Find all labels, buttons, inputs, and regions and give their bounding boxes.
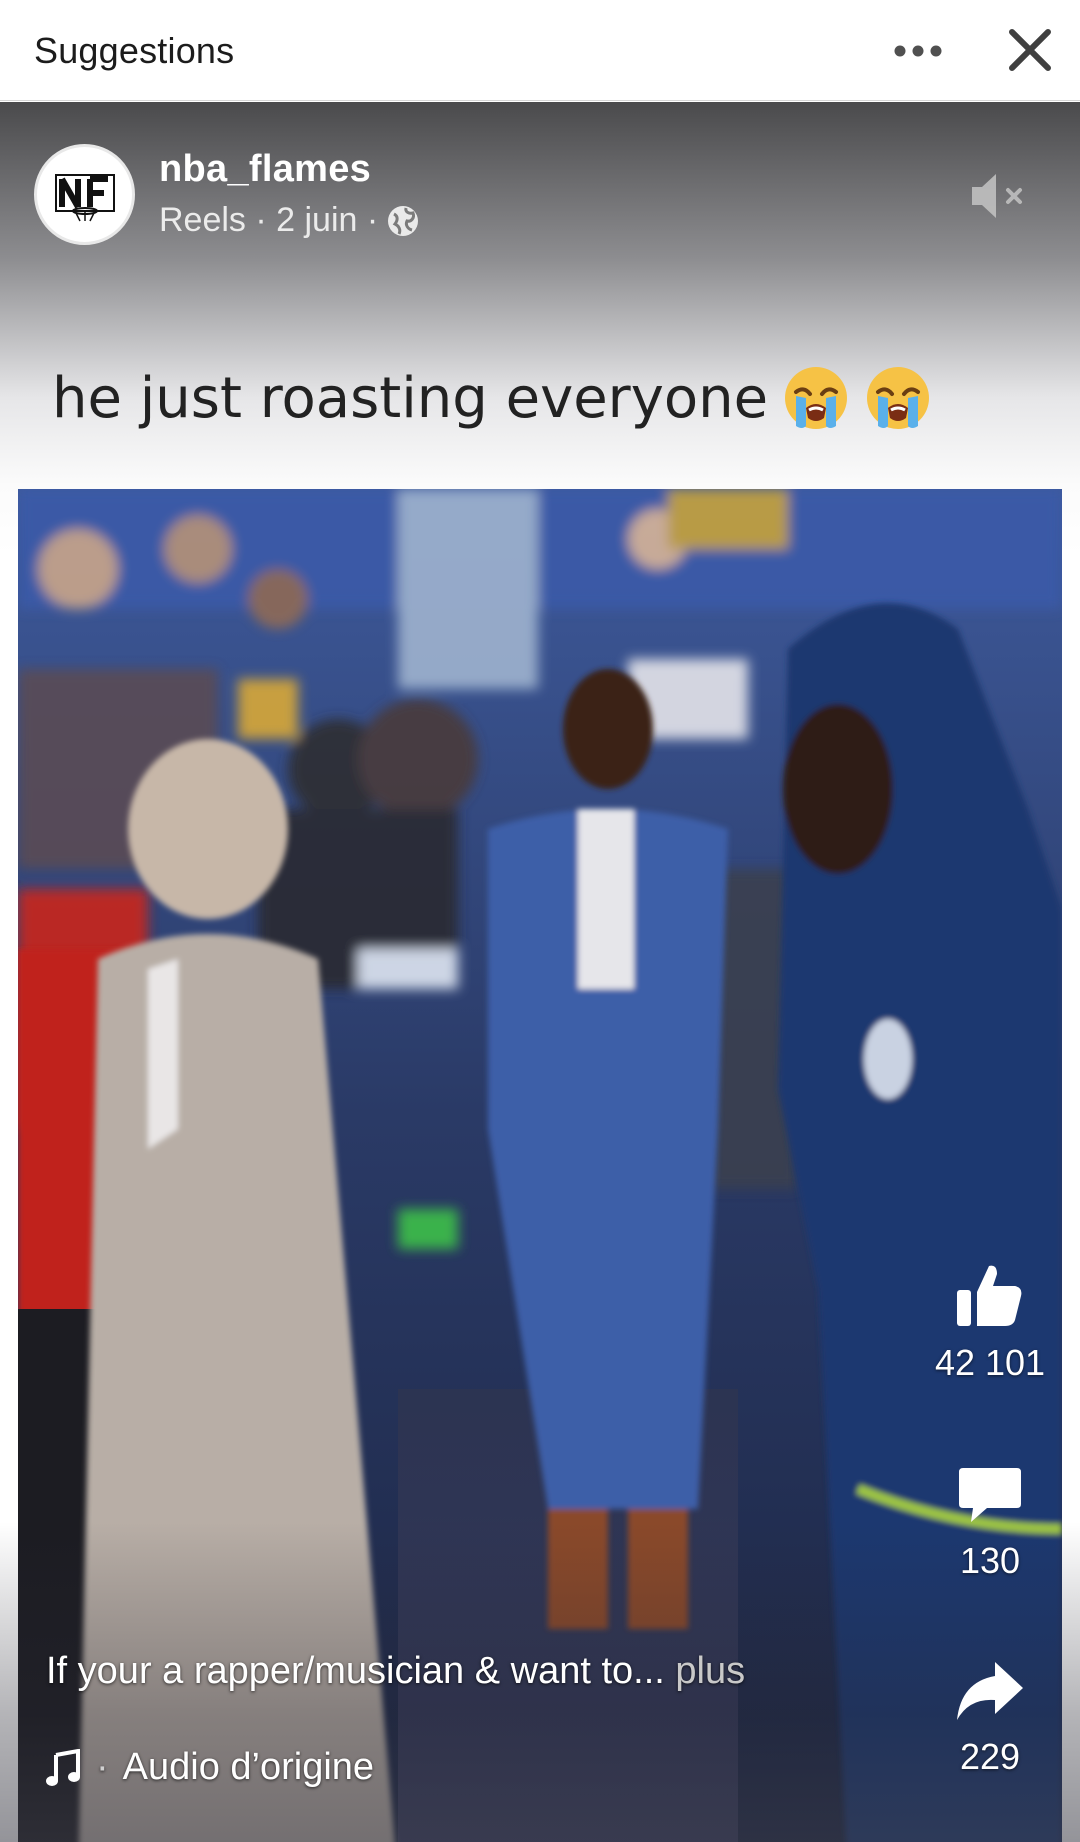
page-title: Suggestions [34, 30, 235, 71]
nba-flames-logo [40, 150, 129, 238]
overlay-caption: he just roasting everyone [52, 364, 932, 432]
comment-count: 130 [959, 1540, 1021, 1581]
more-horizontal-icon [894, 45, 942, 57]
thumbs-up-icon [957, 1265, 1022, 1326]
audio-link[interactable]: · Audio d’origine [46, 1746, 374, 1789]
music-note-icon [46, 1748, 80, 1786]
post-caption[interactable]: If your a rapper/musician & want to... p… [46, 1650, 745, 1693]
video-player[interactable] [18, 489, 1062, 1842]
like-count: 42 101 [934, 1342, 1046, 1383]
comment-button[interactable]: 130 [920, 1464, 1060, 1582]
video-frame [18, 489, 1062, 1842]
post-author: nba_flames Reels · 2 juin · [34, 143, 420, 245]
loudly-crying-face-icon [867, 367, 930, 429]
share-count: 229 [959, 1736, 1021, 1777]
like-button[interactable]: 42 101 [920, 1262, 1060, 1384]
more-options-button[interactable] [885, 26, 951, 76]
loudly-crying-face-icon [785, 367, 848, 429]
top-bar: Suggestions [0, 0, 1080, 101]
comment-icon [959, 1468, 1021, 1522]
avatar[interactable] [34, 143, 135, 245]
close-icon [1009, 29, 1051, 71]
see-more-link[interactable]: plus [675, 1650, 745, 1692]
post-caption-text: If your a rapper/musician & want to... [46, 1650, 665, 1692]
speaker-muted-icon [972, 174, 1022, 218]
mute-toggle-button[interactable] [966, 164, 1030, 228]
close-button[interactable] [1000, 20, 1060, 80]
audio-separator: · [96, 1746, 109, 1788]
post-meta: Reels · 2 juin · [159, 201, 420, 240]
audio-label: Audio d’origine [122, 1746, 375, 1788]
author-name[interactable]: nba_flames [159, 148, 420, 191]
globe-icon [388, 205, 419, 236]
post-meta-text: Reels · 2 juin · [159, 201, 379, 239]
share-button[interactable]: 229 [920, 1660, 1060, 1778]
reel-post[interactable]: nba_flames Reels · 2 juin · he just roas… [0, 102, 1080, 1842]
share-arrow-icon [957, 1662, 1023, 1720]
overlay-caption-text: he just roasting everyone [52, 365, 769, 431]
